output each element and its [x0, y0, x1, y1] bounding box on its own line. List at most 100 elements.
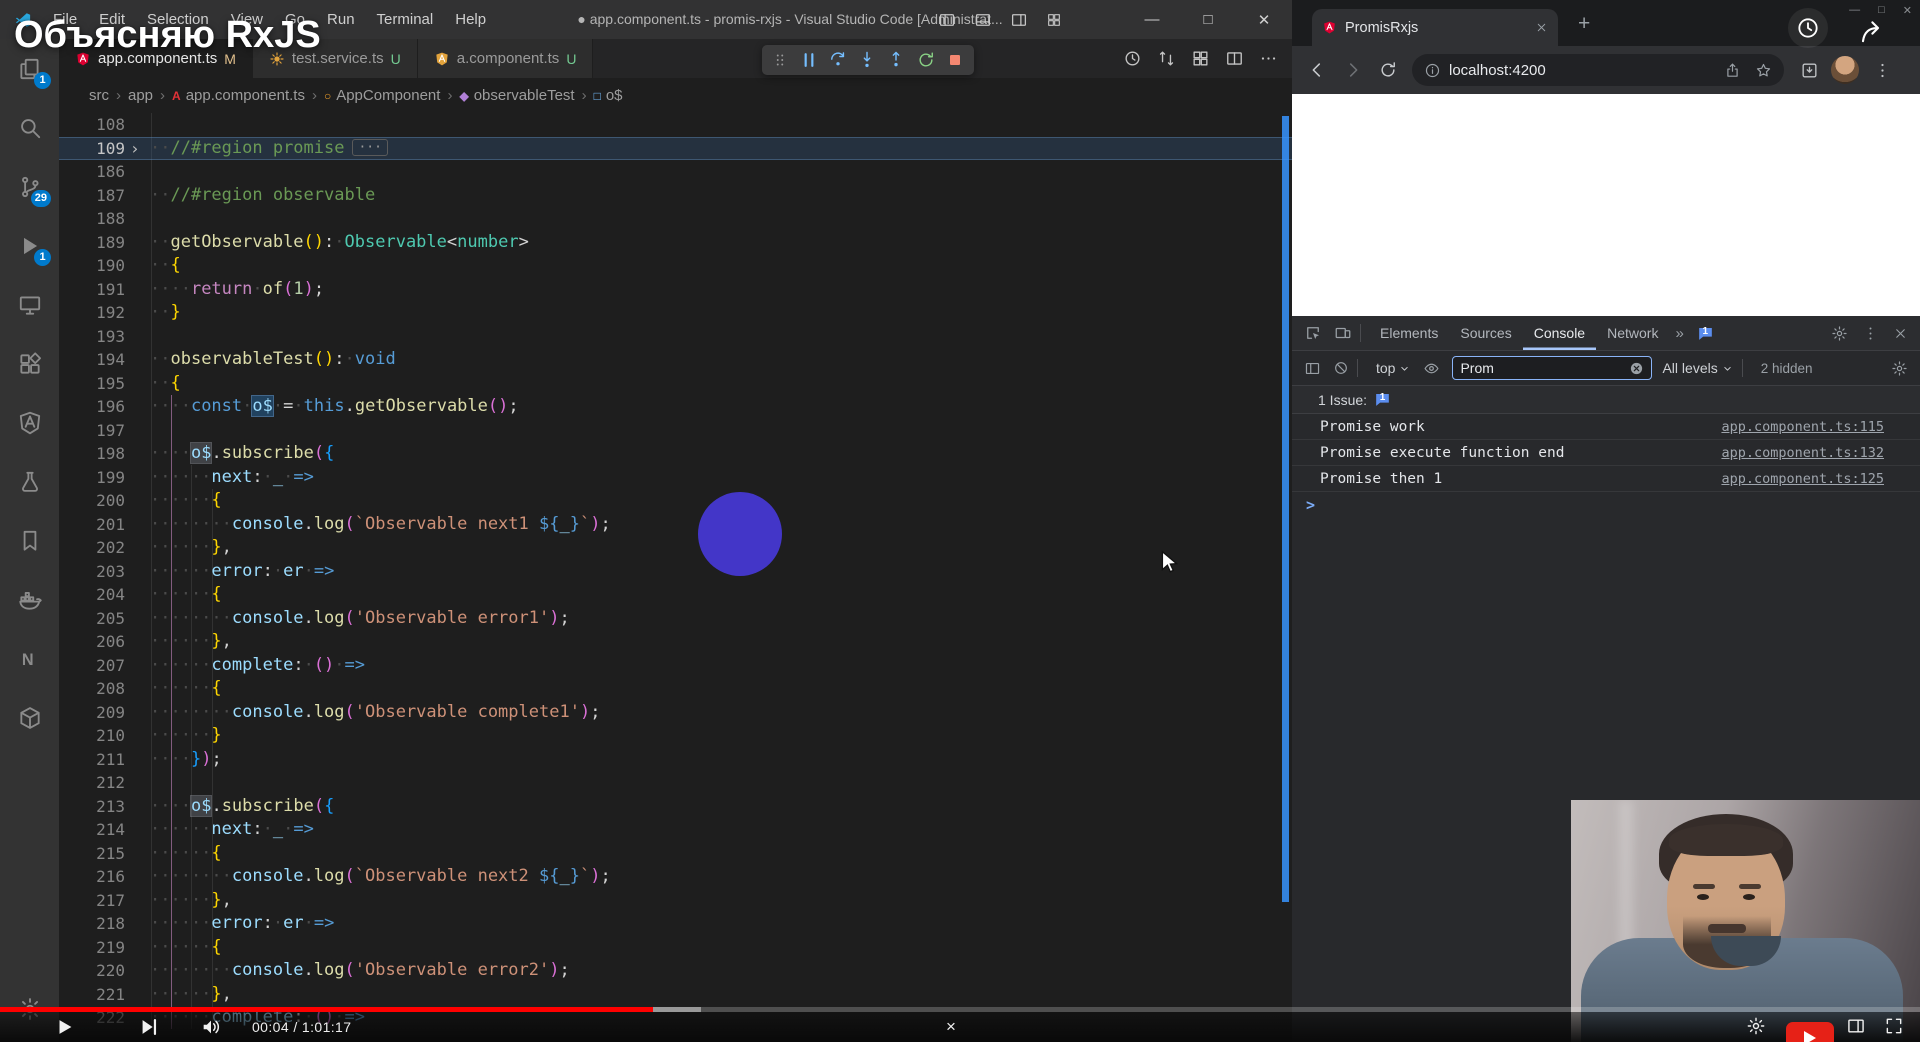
debug-step-over-button[interactable] [828, 50, 848, 70]
video-progress-bar[interactable] [0, 1007, 1920, 1012]
code-line-195[interactable]: 195 ··{ [59, 372, 1292, 396]
share-arrow-icon[interactable] [1858, 18, 1888, 48]
hidden-messages-label[interactable]: 2 hidden [1761, 361, 1813, 376]
code-line-196[interactable]: 196 ····const·o$·=·this.getObservable(); [59, 395, 1292, 419]
devtools-tab-network[interactable]: Network [1596, 316, 1669, 350]
devtools-tab-console[interactable]: Console [1523, 316, 1596, 350]
fullscreen-icon[interactable] [1884, 1016, 1904, 1036]
code-line-200[interactable]: 200 ······{ [59, 489, 1292, 513]
console-source-link[interactable]: app.component.ts:132 [1721, 440, 1884, 466]
toggle-panel-icon[interactable] [974, 11, 992, 29]
code-line-192[interactable]: 192 ··} [59, 301, 1292, 325]
log-level-selector[interactable]: All levels [1662, 360, 1733, 376]
code-line-203[interactable]: 203 ······error:·er·=> [59, 560, 1292, 584]
browser-maximize-button[interactable]: □ [1878, 4, 1885, 17]
code-line-189[interactable]: 189 ··getObservable():·Observable<number> [59, 231, 1292, 255]
live-expression-eye-icon[interactable] [1423, 360, 1440, 377]
code-line-204[interactable]: 204 ······{ [59, 583, 1292, 607]
activity-docker[interactable] [0, 570, 59, 629]
history-icon[interactable] [1123, 49, 1142, 68]
code-line-214[interactable]: 214 ······next:·_·=> [59, 818, 1292, 842]
annotation-close-icon[interactable]: × [946, 1017, 956, 1037]
toggle-sidebar-icon[interactable] [938, 11, 956, 29]
code-line-216[interactable]: 216 ········console.log(`Observable next2… [59, 865, 1292, 889]
folded-code-ellipsis[interactable]: ··· [352, 138, 388, 156]
breadcrumb-o$[interactable]: □ o$ [594, 87, 623, 104]
code-line-207[interactable]: 207 ······complete:·()·=> [59, 654, 1292, 678]
messages-badge[interactable]: 1 [1696, 324, 1715, 343]
debug-step-into-button[interactable] [857, 50, 877, 70]
code-line-217[interactable]: 217 ······}, [59, 889, 1292, 913]
menu-terminal[interactable]: Terminal [366, 0, 445, 39]
youtube-logo[interactable] [1786, 1022, 1834, 1042]
new-tab-button[interactable]: + [1578, 12, 1590, 36]
debug-step-out-button[interactable] [886, 50, 906, 70]
next-icon[interactable] [138, 1016, 160, 1038]
code-line-199[interactable]: 199 ······next:·_·=> [59, 466, 1292, 490]
code-line-210[interactable]: 210 ······} [59, 724, 1292, 748]
code-line-108[interactable]: 108 [59, 113, 1292, 137]
clear-console-icon[interactable] [1333, 360, 1349, 376]
address-bar[interactable]: localhost:4200 [1412, 54, 1784, 86]
player-settings-icon[interactable] [1746, 1016, 1766, 1036]
browser-menu-icon[interactable] [1873, 61, 1892, 80]
code-line-193[interactable]: 193 [59, 325, 1292, 349]
toggle-secondary-sidebar-icon[interactable] [1010, 11, 1028, 29]
code-line-209[interactable]: 209 ········console.log('Observable compl… [59, 701, 1292, 725]
breadcrumb-app[interactable]: app [128, 87, 153, 104]
devtools-tab-sources[interactable]: Sources [1449, 316, 1522, 350]
debug-stop-button[interactable] [945, 50, 965, 70]
breadcrumb-src[interactable]: src [89, 87, 109, 104]
more-icon[interactable] [1259, 49, 1278, 68]
code-line-219[interactable]: 219 ······{ [59, 936, 1292, 960]
tab-close-icon[interactable] [1535, 21, 1548, 34]
install-app-icon[interactable] [1800, 61, 1819, 80]
debug-grip-icon[interactable] [771, 51, 789, 69]
code-line-220[interactable]: 220 ········console.log('Observable error… [59, 959, 1292, 983]
devtools-menu-icon[interactable] [1862, 325, 1879, 342]
customize-layout-icon[interactable] [1046, 12, 1062, 28]
bookmark-star-icon[interactable] [1755, 62, 1772, 79]
code-line-187[interactable]: 187 ··//#region observable [59, 184, 1292, 208]
code-line-215[interactable]: 215 ······{ [59, 842, 1292, 866]
breadcrumb-AppComponent[interactable]: ○ AppComponent [324, 87, 441, 104]
activity-remote-explorer[interactable] [0, 275, 59, 334]
reload-icon[interactable] [1378, 60, 1398, 80]
code-line-206[interactable]: 206 ······}, [59, 630, 1292, 654]
menu-run[interactable]: Run [316, 0, 366, 39]
close-button[interactable]: ✕ [1236, 11, 1292, 29]
back-icon[interactable] [1306, 59, 1328, 81]
code-line-186[interactable]: 186 [59, 160, 1292, 184]
editor-scrollbar[interactable] [1282, 116, 1289, 902]
activity-test-flask[interactable] [0, 452, 59, 511]
activity-search[interactable] [0, 98, 59, 157]
debug-restart-button[interactable] [916, 50, 936, 70]
code-line-190[interactable]: 190 ··{ [59, 254, 1292, 278]
code-line-221[interactable]: 221 ······}, [59, 983, 1292, 1007]
activity-bookmark[interactable] [0, 511, 59, 570]
devtools-close-icon[interactable] [1893, 326, 1908, 341]
more-tabs-icon[interactable]: » [1669, 325, 1689, 342]
code-line-213[interactable]: 213 ····o$.subscribe({ [59, 795, 1292, 819]
console-source-link[interactable]: app.component.ts:125 [1721, 466, 1884, 492]
browser-minimize-button[interactable]: — [1849, 4, 1860, 17]
issues-bar[interactable]: 1 Issue: 1 [1292, 386, 1920, 414]
code-line-212[interactable]: 212 [59, 771, 1292, 795]
console-sidebar-icon[interactable] [1304, 360, 1321, 377]
activity-angular[interactable] [0, 393, 59, 452]
forward-icon[interactable] [1342, 59, 1364, 81]
context-selector[interactable]: top [1376, 360, 1411, 376]
editor-tab-a.component.ts[interactable]: a.component.ts U [417, 39, 594, 78]
inspect-element-icon[interactable] [1304, 324, 1322, 342]
menu-help[interactable]: Help [444, 0, 497, 39]
code-editor[interactable]: 108 109 › ··//#region promise ··· 186 187 ··//#… [59, 113, 1292, 1042]
devtools-settings-icon[interactable] [1831, 325, 1848, 342]
share-icon[interactable] [1724, 62, 1741, 79]
devtools-tab-elements[interactable]: Elements [1369, 316, 1449, 350]
miniplayer-icon[interactable] [1846, 1016, 1866, 1036]
console-filter-input[interactable]: Prom [1452, 356, 1653, 380]
grid-icon[interactable] [1191, 49, 1210, 68]
clear-filter-icon[interactable] [1629, 361, 1644, 376]
console-prompt[interactable]: > [1292, 492, 1920, 518]
play-icon[interactable] [54, 1016, 76, 1038]
